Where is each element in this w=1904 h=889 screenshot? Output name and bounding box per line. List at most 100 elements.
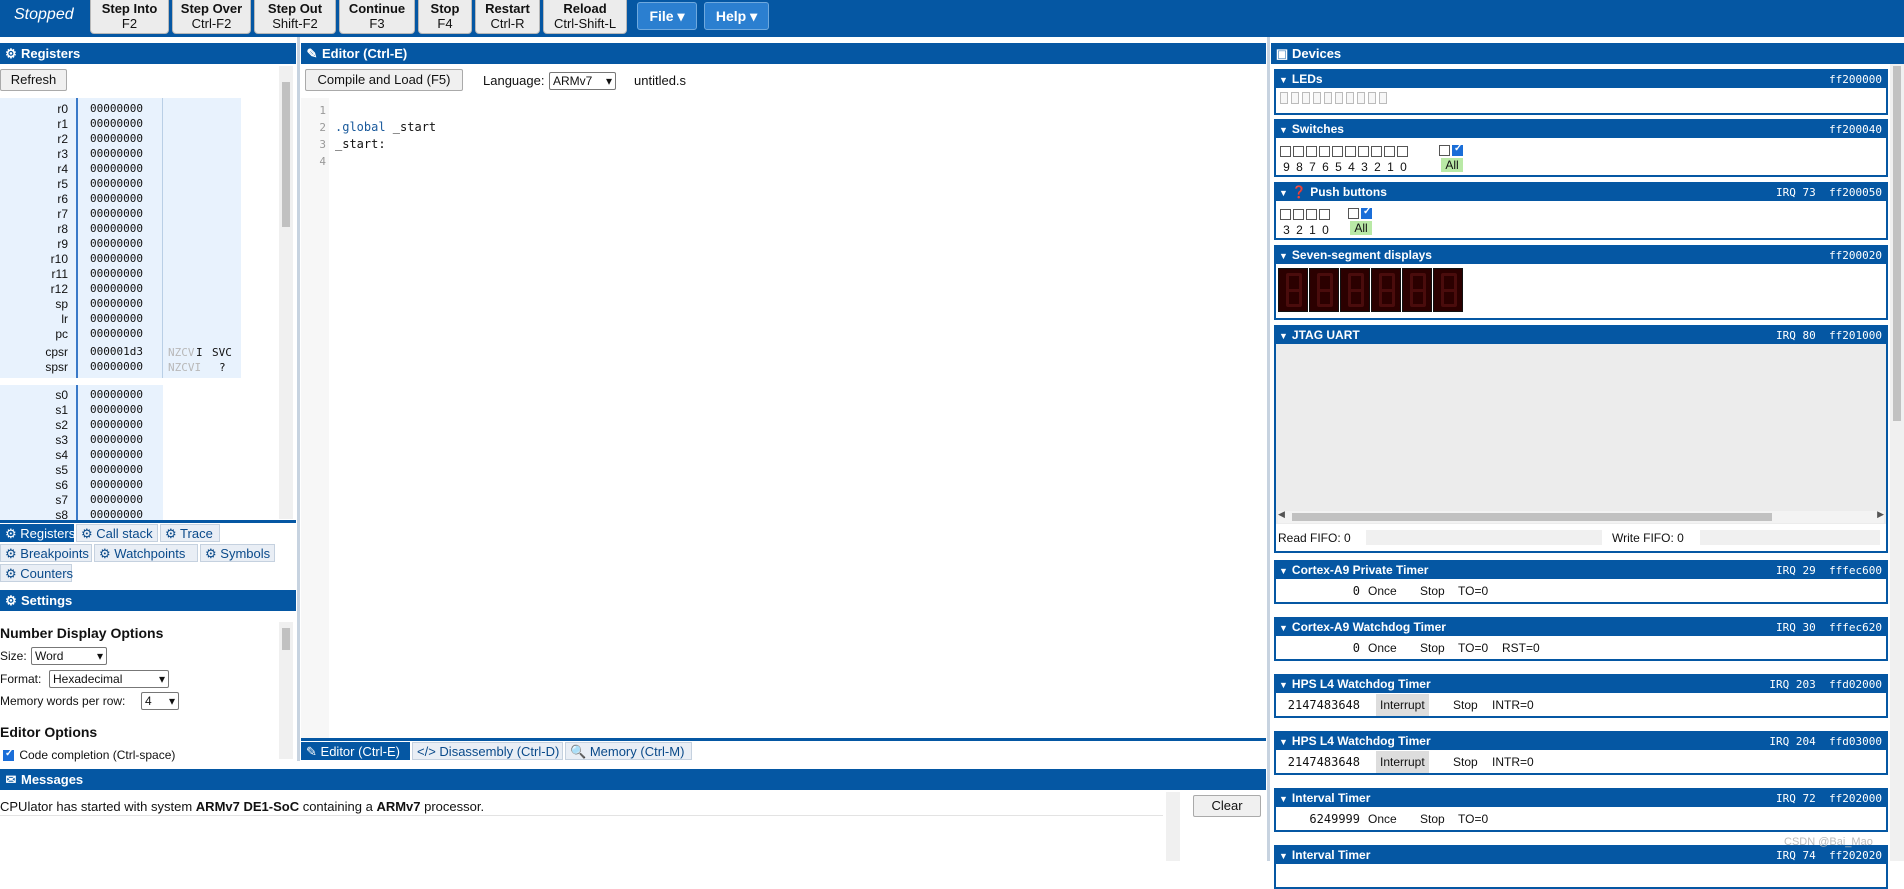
switch-checkbox[interactable] bbox=[1345, 146, 1356, 158]
format-select[interactable]: Hexadecimal bbox=[49, 670, 169, 688]
switch-checkbox[interactable] bbox=[1306, 146, 1317, 158]
register-value[interactable]: 00000000 bbox=[90, 297, 143, 310]
register-value[interactable]: 00000000 bbox=[90, 132, 143, 145]
collapse-icon[interactable]: ▼ bbox=[1279, 848, 1288, 865]
register-value[interactable]: 00000000 bbox=[90, 237, 143, 250]
timer-mode-button[interactable]: Interrupt bbox=[1376, 694, 1429, 716]
tab-disassembly[interactable]: </> Disassembly (Ctrl-D) bbox=[412, 742, 563, 760]
timer-mode-button[interactable]: Once bbox=[1368, 637, 1397, 659]
scroll-thumb[interactable] bbox=[1893, 66, 1901, 421]
tab-registers[interactable]: ⚙ Registers bbox=[0, 524, 75, 542]
size-select[interactable]: Word bbox=[31, 647, 107, 665]
spsr-value[interactable]: 00000000 bbox=[90, 360, 143, 373]
uart-hscrollbar[interactable]: ◀ ▶ bbox=[1278, 509, 1884, 523]
register-value[interactable]: 00000000 bbox=[90, 448, 143, 461]
push-checkbox[interactable] bbox=[1293, 209, 1304, 221]
checkbox-checked-icon[interactable] bbox=[1452, 143, 1463, 157]
switch-checkbox[interactable] bbox=[1280, 146, 1291, 158]
tab-breakpoints[interactable]: ⚙ Breakpoints bbox=[0, 544, 92, 562]
scroll-thumb[interactable] bbox=[282, 82, 290, 227]
devices-scrollbar[interactable] bbox=[1890, 64, 1904, 861]
switch-checkbox[interactable] bbox=[1332, 146, 1343, 158]
uart-terminal[interactable] bbox=[1276, 344, 1886, 524]
cpsr-value[interactable]: 000001d3 bbox=[90, 345, 143, 358]
timer-mode-button[interactable]: Once bbox=[1368, 808, 1397, 830]
push-checkbox[interactable] bbox=[1306, 209, 1317, 221]
timer-stop-button[interactable]: Stop bbox=[1453, 751, 1478, 773]
register-value[interactable]: 00000000 bbox=[90, 162, 143, 175]
collapse-icon[interactable]: ▼ bbox=[1279, 563, 1288, 580]
register-value[interactable]: 00000000 bbox=[90, 403, 143, 416]
file-menu[interactable]: File ▾ bbox=[637, 2, 697, 30]
memwords-select[interactable]: 4 bbox=[141, 692, 179, 710]
checkbox-checked-icon[interactable] bbox=[1361, 206, 1372, 220]
timer-mode-button[interactable]: Once bbox=[1368, 580, 1397, 602]
checkbox-icon[interactable] bbox=[1439, 145, 1450, 157]
scroll-right-icon[interactable]: ▶ bbox=[1877, 509, 1884, 520]
register-value[interactable]: 00000000 bbox=[90, 117, 143, 130]
code-lines[interactable]: .global _start _start: bbox=[335, 102, 436, 170]
continue-button[interactable]: Continue F3 bbox=[339, 0, 415, 34]
register-value[interactable]: 00000000 bbox=[90, 147, 143, 160]
tab-memory[interactable]: 🔍 Memory (Ctrl-M) bbox=[565, 742, 692, 760]
register-value[interactable]: 00000000 bbox=[90, 282, 143, 295]
collapse-icon[interactable]: ▼ bbox=[1279, 122, 1288, 139]
register-value[interactable]: 00000000 bbox=[90, 177, 143, 190]
registers-scrollbar[interactable] bbox=[279, 66, 293, 519]
scroll-thumb[interactable] bbox=[1292, 513, 1772, 521]
tab-symbols[interactable]: ⚙ Symbols bbox=[200, 544, 275, 562]
collapse-icon[interactable]: ▼ bbox=[1279, 791, 1288, 808]
collapse-icon[interactable]: ▼ bbox=[1279, 72, 1288, 89]
messages-scrollbar[interactable] bbox=[1166, 792, 1180, 861]
switch-checkbox[interactable] bbox=[1319, 146, 1330, 158]
reload-button[interactable]: Reload Ctrl-Shift-L bbox=[543, 0, 627, 34]
register-value[interactable]: 00000000 bbox=[90, 463, 143, 476]
help-menu[interactable]: Help ▾ bbox=[704, 2, 769, 30]
scroll-thumb[interactable] bbox=[282, 628, 290, 650]
collapse-icon[interactable]: ▼ bbox=[1279, 620, 1288, 637]
tab-editor[interactable]: ✎ Editor (Ctrl-E) bbox=[301, 742, 410, 760]
code-editor[interactable] bbox=[301, 98, 1266, 738]
timer-stop-button[interactable]: Stop bbox=[1420, 808, 1445, 830]
register-value[interactable]: 00000000 bbox=[90, 433, 143, 446]
clear-button[interactable]: Clear bbox=[1193, 795, 1261, 817]
tab-counters[interactable]: ⚙ Counters bbox=[0, 564, 73, 582]
settings-scrollbar[interactable] bbox=[279, 622, 293, 759]
register-value[interactable]: 00000000 bbox=[90, 267, 143, 280]
register-value[interactable]: 00000000 bbox=[90, 493, 143, 506]
register-value[interactable]: 00000000 bbox=[90, 388, 143, 401]
switch-checkbox[interactable] bbox=[1397, 146, 1408, 158]
refresh-button[interactable]: Refresh bbox=[0, 69, 67, 91]
checkbox-checked-icon[interactable] bbox=[3, 748, 14, 762]
register-value[interactable]: 00000000 bbox=[90, 418, 143, 431]
collapse-icon[interactable]: ▼ bbox=[1279, 677, 1288, 694]
register-value[interactable]: 00000000 bbox=[90, 207, 143, 220]
panel-splitter[interactable] bbox=[1267, 37, 1270, 861]
register-value[interactable]: 00000000 bbox=[90, 252, 143, 265]
language-select[interactable]: ARMv7 bbox=[549, 72, 616, 90]
register-value[interactable]: 00000000 bbox=[90, 192, 143, 205]
step-out-button[interactable]: Step Out Shift-F2 bbox=[254, 0, 336, 34]
tab-trace[interactable]: ⚙ Trace bbox=[160, 524, 220, 542]
restart-button[interactable]: Restart Ctrl-R bbox=[475, 0, 540, 34]
timer-mode-button[interactable]: Interrupt bbox=[1376, 751, 1429, 773]
help-circle-icon[interactable]: ❓ bbox=[1292, 185, 1307, 199]
code-completion-option[interactable]: Code completion (Ctrl-space) bbox=[3, 748, 175, 762]
push-checkbox[interactable] bbox=[1319, 209, 1330, 221]
timer-stop-button[interactable]: Stop bbox=[1420, 637, 1445, 659]
step-into-button[interactable]: Step Into F2 bbox=[90, 0, 169, 34]
collapse-icon[interactable]: ▼ bbox=[1279, 734, 1288, 751]
scroll-left-icon[interactable]: ◀ bbox=[1278, 509, 1285, 520]
register-value[interactable]: 00000000 bbox=[90, 478, 143, 491]
timer-stop-button[interactable]: Stop bbox=[1453, 694, 1478, 716]
stop-button[interactable]: Stop F4 bbox=[418, 0, 472, 34]
tab-watchpoints[interactable]: ⚙ Watchpoints bbox=[94, 544, 198, 562]
register-value[interactable]: 00000000 bbox=[90, 327, 143, 340]
tab-call-stack[interactable]: ⚙ Call stack bbox=[76, 524, 158, 542]
panel-splitter[interactable] bbox=[297, 37, 300, 761]
collapse-icon[interactable]: ▼ bbox=[1279, 328, 1288, 345]
switch-checkbox[interactable] bbox=[1293, 146, 1304, 158]
switch-checkbox[interactable] bbox=[1384, 146, 1395, 158]
register-value[interactable]: 00000000 bbox=[90, 312, 143, 325]
collapse-icon[interactable]: ▼ bbox=[1279, 248, 1288, 265]
